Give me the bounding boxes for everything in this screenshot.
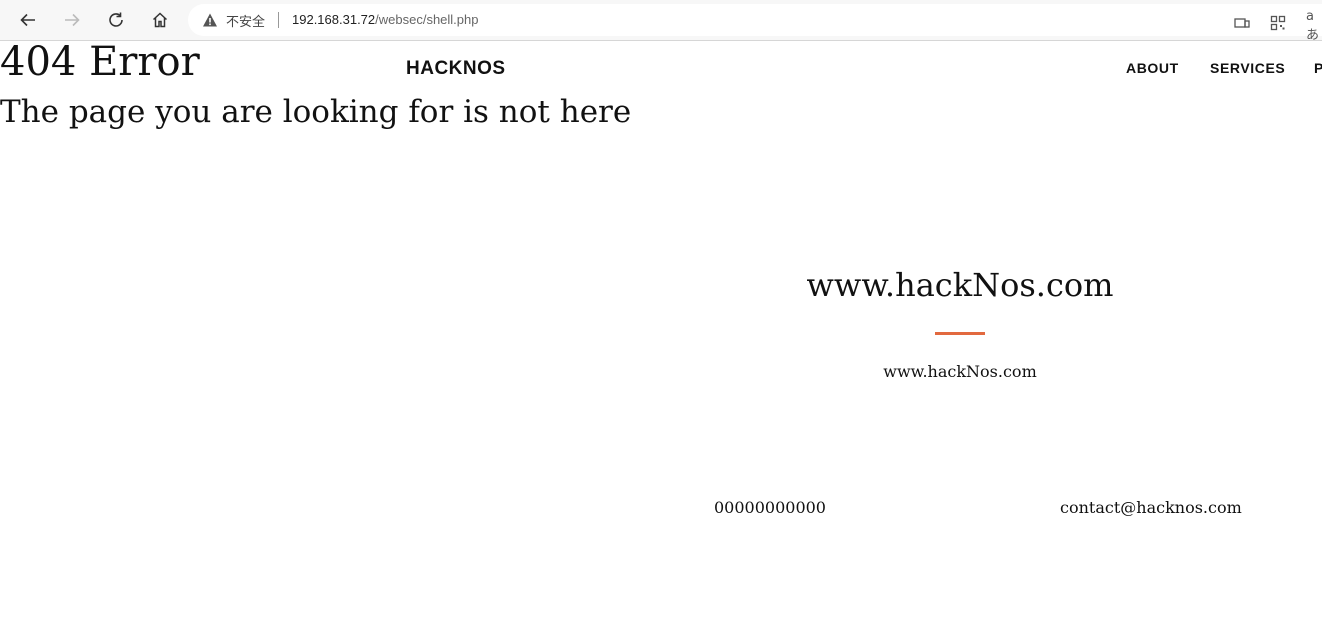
error-title: 404 Error xyxy=(0,39,200,85)
url-path: /websec/shell.php xyxy=(375,12,479,27)
site-brand[interactable]: HACKNOS xyxy=(406,58,506,80)
app-available-icon[interactable] xyxy=(1234,15,1250,31)
security-label[interactable]: 不安全 xyxy=(226,11,265,30)
reload-button[interactable] xyxy=(103,7,129,33)
contact-phone: 00000000000 xyxy=(714,498,826,517)
contact-email[interactable]: contact@hacknos.com xyxy=(1060,498,1242,517)
accent-divider xyxy=(935,332,985,335)
warning-icon xyxy=(203,13,217,27)
url-text[interactable]: 192.168.31.72/websec/shell.php xyxy=(292,12,478,27)
hero-subtitle: www.hackNos.com xyxy=(883,362,1037,381)
address-bar[interactable]: 不安全 192.168.31.72/websec/shell.php xyxy=(188,4,1322,36)
nav-truncated-item[interactable]: P xyxy=(1314,60,1322,76)
url-host: 192.168.31.72 xyxy=(292,12,376,27)
back-button[interactable] xyxy=(15,7,41,33)
hero-title: www.hackNos.com xyxy=(806,266,1114,304)
address-separator xyxy=(278,12,279,28)
qr-code-icon[interactable] xyxy=(1270,15,1286,31)
reload-icon xyxy=(109,12,123,27)
nav-services[interactable]: SERVICES xyxy=(1210,60,1285,76)
back-arrow-icon xyxy=(20,13,35,27)
read-aloud-icon[interactable]: aあ xyxy=(1306,9,1322,43)
home-button[interactable] xyxy=(147,7,173,33)
forward-arrow-icon xyxy=(65,13,80,27)
nav-about[interactable]: ABOUT xyxy=(1126,60,1179,76)
forward-button[interactable] xyxy=(59,7,85,33)
home-icon xyxy=(152,12,168,28)
browser-toolbar: 不安全 192.168.31.72/websec/shell.php aあ xyxy=(0,0,1322,43)
error-subtitle: The page you are looking for is not here xyxy=(0,94,632,130)
